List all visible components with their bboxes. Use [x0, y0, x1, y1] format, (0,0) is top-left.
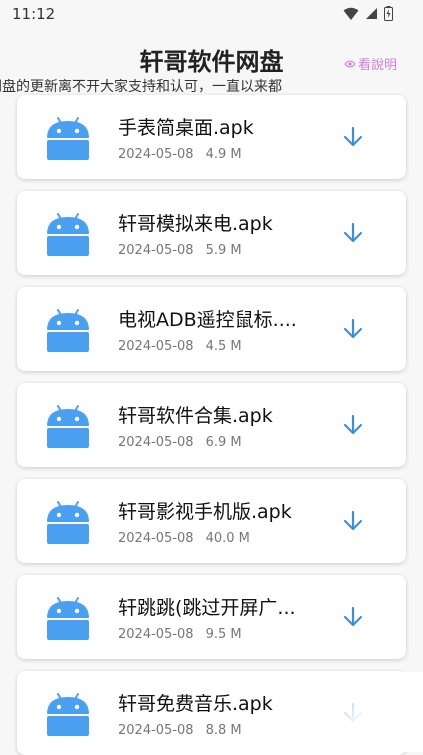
cell-signal-icon: [366, 8, 377, 19]
file-name: 轩哥软件合集.apk: [118, 405, 273, 427]
status-time: 11:12: [12, 5, 56, 23]
android-icon: [45, 403, 91, 449]
android-icon: [45, 595, 91, 641]
android-icon: [45, 211, 91, 257]
file-name: 轩哥免费音乐.apk: [118, 693, 273, 715]
battery-icon: [384, 6, 393, 21]
download-arrow-icon: [343, 606, 363, 627]
file-meta: 2024-05-08 9.5 M: [118, 627, 242, 642]
file-date: 2024-05-08: [118, 339, 194, 354]
download-button[interactable]: [341, 125, 365, 149]
download-arrow-icon: [343, 126, 363, 147]
file-size: 4.9 M: [205, 147, 242, 162]
download-arrow-icon: [343, 222, 363, 243]
file-name: 手表简桌面.apk: [118, 117, 254, 139]
file-name: 轩哥模拟来电.apk: [118, 213, 273, 235]
file-card[interactable]: 轩跳跳(跳过开屏广... 2024-05-08 9.5 M: [17, 575, 406, 659]
file-size: 5.9 M: [205, 243, 242, 258]
download-arrow-icon: [343, 510, 363, 531]
file-date: 2024-05-08: [118, 147, 194, 162]
help-link-label: 看說明: [357, 58, 397, 73]
help-link[interactable]: 看說明: [344, 54, 397, 73]
file-card[interactable]: 轩哥影视手机版.apk 2024-05-08 40.0 M: [17, 479, 406, 563]
file-date: 2024-05-08: [118, 435, 194, 450]
marquee-notice: 件网盘的更新离不开大家支持和认可，一直以来都: [0, 76, 423, 96]
file-meta: 2024-05-08 40.0 M: [118, 531, 250, 546]
android-icon: [45, 499, 91, 545]
marquee-text: 件网盘的更新离不开大家支持和认可，一直以来都: [0, 79, 282, 95]
download-button[interactable]: [341, 413, 365, 437]
file-meta: 2024-05-08 6.9 M: [118, 435, 242, 450]
download-button[interactable]: [341, 221, 365, 245]
file-size: 4.5 M: [205, 339, 242, 354]
download-arrow-icon: [343, 702, 363, 723]
wifi-icon: [343, 7, 359, 20]
android-icon: [45, 691, 91, 737]
file-date: 2024-05-08: [118, 627, 194, 642]
file-name: 电视ADB遥控鼠标....: [118, 309, 297, 331]
download-button[interactable]: [341, 317, 365, 341]
file-card[interactable]: 轩哥模拟来电.apk 2024-05-08 5.9 M: [17, 191, 406, 275]
status-bar: 11:12: [0, 0, 423, 30]
file-size: 6.9 M: [205, 435, 242, 450]
status-icons: [343, 6, 393, 21]
download-button[interactable]: [341, 509, 365, 533]
file-size: 8.8 M: [205, 723, 242, 738]
file-size: 40.0 M: [205, 531, 250, 546]
file-meta: 2024-05-08 8.8 M: [118, 723, 242, 738]
file-card[interactable]: 手表简桌面.apk 2024-05-08 4.9 M: [17, 95, 406, 179]
file-meta: 2024-05-08 4.9 M: [118, 147, 242, 162]
file-date: 2024-05-08: [118, 723, 194, 738]
file-meta: 2024-05-08 5.9 M: [118, 243, 242, 258]
file-name: 轩哥影视手机版.apk: [118, 501, 292, 523]
download-button[interactable]: [341, 701, 365, 725]
download-button[interactable]: [341, 605, 365, 629]
download-arrow-icon: [343, 414, 363, 435]
android-icon: [45, 115, 91, 161]
download-arrow-icon: [343, 318, 363, 339]
file-card[interactable]: 轩哥免费音乐.apk 2024-05-08 8.8 M: [17, 671, 406, 755]
file-meta: 2024-05-08 4.5 M: [118, 339, 242, 354]
android-icon: [45, 307, 91, 353]
eye-icon: [344, 60, 356, 67]
file-date: 2024-05-08: [118, 243, 194, 258]
file-size: 9.5 M: [205, 627, 242, 642]
file-card[interactable]: 电视ADB遥控鼠标.... 2024-05-08 4.5 M: [17, 287, 406, 371]
file-name: 轩跳跳(跳过开屏广...: [118, 597, 296, 619]
file-card[interactable]: 轩哥软件合集.apk 2024-05-08 6.9 M: [17, 383, 406, 467]
file-date: 2024-05-08: [118, 531, 194, 546]
